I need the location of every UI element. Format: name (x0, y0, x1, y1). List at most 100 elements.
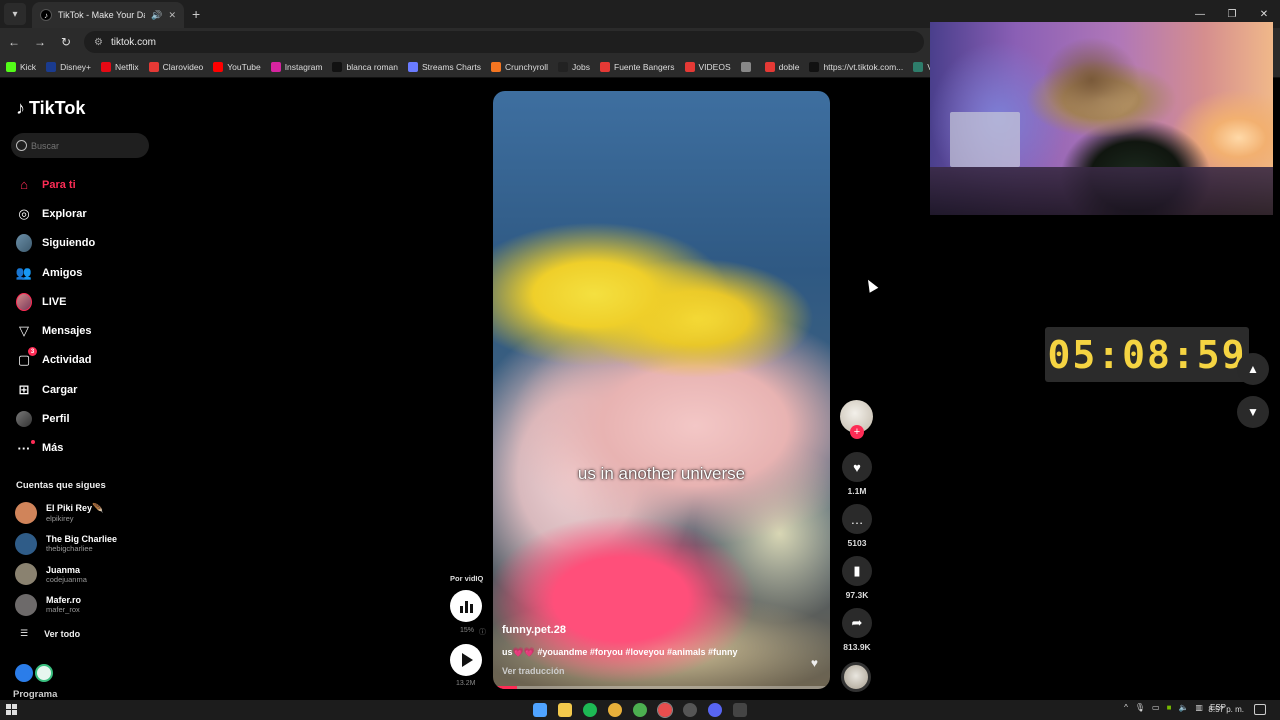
tab-search-button[interactable]: ▾ (4, 3, 26, 25)
following-account[interactable]: Juanma codejuanma (15, 559, 160, 590)
nav-item-9[interactable]: ··· Más (16, 434, 161, 463)
tiktok-logo[interactable]: ♪ TikTok (16, 98, 85, 119)
network-icon[interactable]: ▥ (1195, 703, 1203, 712)
bookmark-item[interactable]: Jobs (558, 61, 590, 72)
nav-item-0[interactable]: ⌂ Para ti (16, 170, 161, 199)
bookmark-item[interactable]: doble (764, 61, 799, 72)
file-explorer-icon[interactable] (558, 703, 572, 717)
following-account[interactable]: The Big Charliee thebigcharliee (15, 529, 160, 560)
see-all-label: Ver todo (44, 628, 81, 639)
monitor-icon[interactable]: ▭ (1152, 703, 1160, 712)
music-disc-icon[interactable] (841, 662, 871, 692)
app-icon[interactable] (733, 703, 747, 717)
creator-avatar[interactable]: + (840, 400, 873, 439)
new-tab-button[interactable]: + (192, 6, 200, 22)
forward-icon[interactable]: → (28, 30, 52, 54)
following-account[interactable]: Mafer.ro mafer_rox (15, 590, 160, 621)
start-button[interactable] (6, 704, 17, 715)
following-account[interactable]: El Piki Rey🪶 elpikirey (15, 498, 160, 529)
bookmark-favicon-icon (600, 61, 611, 72)
obs-icon[interactable] (683, 703, 697, 717)
bookmark-item[interactable]: YouTube (213, 61, 261, 72)
nav-label: Mensajes (42, 325, 92, 338)
see-all-button[interactable]: ☰ Ver todo (20, 628, 80, 639)
next-video-button[interactable]: ▼ (1237, 396, 1269, 428)
account-avatar (15, 532, 37, 555)
save-button[interactable]: ▮ 97.3K (839, 556, 875, 600)
chevron-up-icon[interactable]: ^ (1124, 703, 1128, 712)
reload-icon[interactable]: ↻ (54, 30, 78, 54)
list-icon: ☰ (20, 628, 29, 638)
bookmark-label: Instagram (284, 61, 323, 72)
account-name: El Piki Rey🪶 (46, 503, 104, 514)
previous-video-button[interactable]: ▲ (1237, 353, 1269, 385)
speaker-icon[interactable]: 🔊 (151, 10, 162, 21)
close-tab-icon[interactable]: ✕ (168, 10, 176, 21)
vidiq-stats-button[interactable] (450, 590, 482, 622)
bookmark-item[interactable]: Disney+ (46, 61, 91, 72)
url-field[interactable]: ⚙ tiktok.com (84, 31, 924, 53)
bookmark-item[interactable] (740, 61, 755, 72)
taskbar-clock[interactable]: 8:57 p. m. (1208, 705, 1244, 714)
play-icon (462, 653, 473, 667)
account-text: El Piki Rey🪶 elpikirey (46, 503, 103, 523)
browser-tab-tiktok[interactable]: ♪ TikTok - Make Your Day 🔊 ✕ (32, 2, 184, 28)
widgets-icon[interactable] (533, 703, 547, 717)
nav-item-4[interactable]: LIVE (16, 287, 161, 316)
program-icon-blue (15, 664, 33, 682)
notification-icon[interactable] (1254, 704, 1266, 715)
spotify-icon[interactable] (583, 703, 597, 717)
nav-item-8[interactable]: Perfil (16, 404, 161, 433)
share-button[interactable]: ➦ 813.9K (839, 608, 875, 652)
program-icons[interactable] (15, 664, 55, 682)
bookmark-item[interactable]: Clarovideo (148, 61, 203, 72)
nvidia-icon[interactable]: ■ (1167, 703, 1172, 712)
bookmark-item[interactable]: https://vt.tiktok.com... (809, 61, 904, 72)
bookmark-item[interactable]: Instagram (270, 61, 323, 72)
back-icon[interactable]: ← (2, 30, 26, 54)
tiktok-favicon-icon: ♪ (40, 9, 52, 21)
bookmark-item[interactable]: Kick (6, 61, 36, 72)
info-icon[interactable]: ⓘ (479, 627, 486, 637)
bookmark-item[interactable]: blanca roman (332, 61, 398, 72)
microphone-icon[interactable]: 🎙 (1135, 703, 1145, 712)
follow-plus-icon[interactable]: + (850, 425, 864, 439)
vidiq-play-button[interactable] (450, 644, 482, 676)
nav-label: Cargar (42, 383, 78, 396)
bookmark-item[interactable]: Netflix (101, 61, 139, 72)
taskbar: ^ 🎙 ▭ ■ 🔈 ▥ ESP 8:57 p. m. (0, 700, 1280, 720)
vidiq-percent: 15% ⓘ (460, 627, 486, 637)
nav-item-7[interactable]: ⊞ Cargar (16, 375, 161, 404)
volume-icon[interactable]: 🔈 (1178, 703, 1188, 712)
sidebar: ♪ TikTok ⌂ Para ti ◎ Explorar Siguiendo 👥 Amig… (0, 78, 165, 700)
chrome-active-icon[interactable] (657, 702, 673, 718)
bookmark-item[interactable]: Fuente Bangers (600, 61, 675, 72)
nav-item-3[interactable]: 👥 Amigos (16, 258, 161, 287)
video-hashtags[interactable]: us💗💗 #youandme #foryou #loveyou #animals… (502, 647, 737, 658)
bookmark-label: https://vt.tiktok.com... (823, 61, 904, 72)
notification-dot (31, 440, 35, 445)
bookmark-item[interactable]: VIDEOS (684, 61, 731, 72)
search-input[interactable] (31, 140, 141, 151)
like-button[interactable]: ♥ 1.1M (839, 452, 875, 496)
video-caption: us in another universe (577, 464, 746, 483)
nav-item-2[interactable]: Siguiendo (16, 229, 161, 258)
nav-item-6[interactable]: ▢ 3 Actividad (16, 346, 161, 375)
discord-icon[interactable] (708, 703, 722, 717)
see-translation-link[interactable]: Ver traducción (502, 666, 565, 676)
chrome-icon[interactable] (608, 703, 622, 717)
chrome-profile-icon[interactable] (633, 703, 647, 717)
video-username[interactable]: funny.pet.28 (502, 624, 566, 636)
tab-title: TikTok - Make Your Day (58, 10, 146, 20)
bookmark-item[interactable]: Crunchyroll (491, 61, 548, 72)
nav-item-1[interactable]: ◎ Explorar (16, 199, 161, 228)
bookmark-item[interactable]: Streams Charts (408, 61, 481, 72)
comment-count: 5103 (847, 538, 867, 548)
comment-button[interactable]: … 5103 (839, 504, 875, 548)
nav-item-5[interactable]: ▽ Mensajes (16, 316, 161, 345)
send-icon: ▽ (19, 323, 29, 339)
video-progress-bar[interactable] (493, 686, 830, 689)
search-box[interactable] (11, 133, 149, 158)
video-player[interactable]: us in another universe funny.pet.28 us💗💗… (493, 91, 830, 689)
site-info-icon[interactable]: ⚙ (94, 37, 103, 48)
